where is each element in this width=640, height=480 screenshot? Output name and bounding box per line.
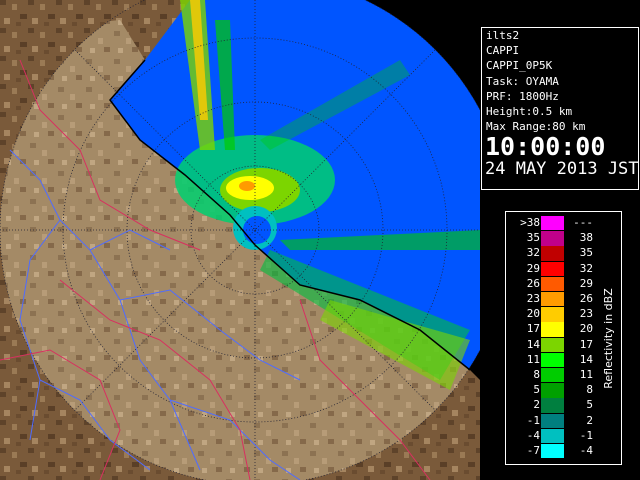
legend-lower-value: 14 [526,337,540,351]
legend-swatch [541,307,564,322]
product-code: CAPPI_0P5K [486,59,553,73]
legend-swatch [541,352,564,368]
legend-upper-value: 11 [579,368,593,381]
legend-upper-value: 5 [586,398,593,412]
legend-unit: Reflectivity in dBZ [598,216,618,460]
legend-upper-value: --- [573,216,593,229]
legend-lower-value: 35 [526,231,540,245]
legend-swatch [541,383,564,398]
legend-swatch [541,444,564,459]
date-display: 24 MAY 2013 JST [485,159,639,180]
legend-lower-value: 26 [526,276,540,290]
legend-lower-value: 29 [526,261,540,275]
legend-swatch [541,276,564,292]
prf-label: PRF: 1800Hz [486,89,559,103]
radar-map[interactable] [0,0,480,480]
legend-lower-value: -4 [526,428,540,442]
legend-upper-value: 29 [579,276,593,290]
legend-lower-value: >38 [520,216,540,229]
legend-swatch [541,428,564,444]
info-panel: ilts2 CAPPI CAPPI_0P5K Task: OYAMA PRF: … [481,27,639,190]
radar-name: ilts2 [486,29,520,42]
radar-site [243,216,271,244]
legend-swatch [541,216,564,231]
height-label: Height:0.5 km [486,105,573,119]
legend-upper-value: 32 [579,261,593,275]
legend-swatch [541,398,564,413]
legend-lower-value: 2 [533,398,540,412]
legend-lower-value: 11 [526,352,540,366]
legend-swatch [541,261,564,276]
legend-swatch [541,322,564,337]
reflectivity-legend: >38 --- 35 38 32 35 29 32 26 29 23 26 20 23 17 20 14 17 11… [505,211,622,465]
legend-upper-value: -4 [579,444,593,457]
legend-lower-value: 32 [526,246,540,260]
legend-swatch [541,368,564,383]
legend-lower-value: 20 [526,307,540,321]
legend-lower-value: 17 [526,322,540,336]
legend-upper-value: 38 [579,231,593,245]
legend-upper-value: 20 [579,322,593,336]
legend-swatch [541,292,564,307]
time-display: 10:00:00 [485,132,606,162]
legend-lower-value: 5 [533,383,540,397]
legend-lower-value: -7 [526,444,540,457]
legend-upper-value: 17 [579,337,593,351]
legend-upper-value: 35 [579,246,593,260]
legend-upper-value: 14 [579,352,593,366]
legend-swatch [541,246,564,261]
task-label: Task: OYAMA [486,74,559,88]
legend-swatch [541,413,564,428]
legend-upper-value: 23 [579,307,593,321]
product-name: CAPPI [486,44,520,58]
legend-swatch [541,337,564,352]
legend-upper-value: 8 [586,383,593,397]
legend-lower-value: -1 [526,413,540,427]
legend-lower-value: 8 [533,368,540,381]
legend-upper-value: -1 [579,428,593,442]
legend-upper-value: 26 [579,292,593,305]
legend-upper-value: 2 [586,413,593,427]
legend-lower-value: 23 [526,292,540,305]
legend-swatch [541,231,564,246]
legend-unit-label: Reflectivity in dBZ [601,287,615,389]
